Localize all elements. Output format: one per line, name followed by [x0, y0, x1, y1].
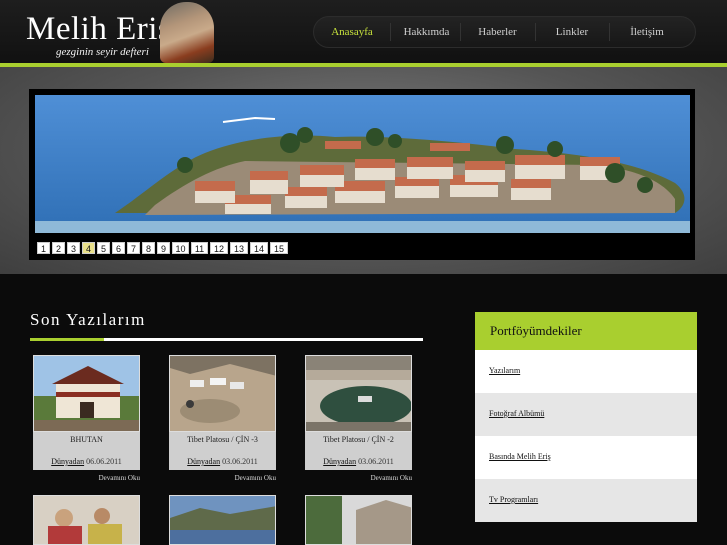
post-date: 03.06.2011 [358, 457, 394, 466]
sidebar-item-basinda[interactable]: Basında Melih Eriş [475, 436, 697, 479]
post-title[interactable]: Tibet Platosu / ÇİN -3 [169, 435, 276, 444]
post-date: 03.06.2011 [222, 457, 258, 466]
sidebar-item-yazilarim[interactable]: Yazılarım [475, 350, 697, 393]
sidebar-item-fotograf-albumu[interactable]: Fotoğraf Albümü [475, 393, 697, 436]
read-more-link[interactable]: Devamını Oku [371, 474, 412, 482]
post-category-link[interactable]: Dünyadan [323, 457, 356, 466]
slide-page-button[interactable]: 3 [67, 242, 80, 254]
slide-page-button[interactable]: 1 [37, 242, 50, 254]
sidebar-item-tv-programlari[interactable]: Tv Programları [475, 479, 697, 522]
post-meta: Dünyadan 03.06.2011 [305, 457, 412, 466]
post-meta: Dünyadan 03.06.2011 [169, 457, 276, 466]
nav-item-iletisim[interactable]: İletişim [609, 17, 685, 47]
site-header: Melih Eriş gezginin seyir defteri Anasay… [0, 0, 727, 63]
slide-page-button[interactable]: 6 [112, 242, 125, 254]
site-title[interactable]: Melih Eriş [26, 11, 171, 48]
nav-item-haberler[interactable]: Haberler [460, 17, 535, 47]
post-thumbnail[interactable] [305, 355, 412, 432]
post-title[interactable]: Tibet Platosu / ÇİN -2 [305, 435, 412, 444]
post-thumbnail[interactable] [33, 495, 140, 545]
slide-page-button[interactable]: 13 [230, 242, 248, 254]
read-more-link[interactable]: Devamını Oku [99, 474, 140, 482]
portfolio-sidebar: Portföyümdekiler Yazılarım Fotoğraf Albü… [475, 312, 697, 523]
recent-posts-heading: Son Yazılarım [30, 310, 146, 329]
post-thumbnail[interactable] [169, 495, 276, 545]
slide-page-button[interactable]: 10 [172, 242, 189, 254]
sidebar-item-label[interactable]: Basında Melih Eriş [489, 452, 551, 461]
slide-page-button-active[interactable]: 4 [82, 242, 95, 254]
post-meta: Dünyadan 06.06.2011 [33, 457, 140, 466]
slide-page-button[interactable]: 15 [270, 242, 288, 254]
sidebar-item-label[interactable]: Tv Programları [489, 495, 538, 504]
post-category-link[interactable]: Dünyadan [51, 457, 84, 466]
slide-page-button[interactable]: 2 [52, 242, 65, 254]
slide-page-button[interactable]: 9 [157, 242, 170, 254]
post-title[interactable]: BHUTAN [33, 435, 140, 444]
author-portrait [160, 2, 214, 63]
heading-rule-accent [30, 338, 104, 341]
post-category-link[interactable]: Dünyadan [187, 457, 220, 466]
nav-item-hakkimda[interactable]: Hakkımda [390, 17, 463, 47]
post-thumbnail[interactable] [169, 355, 276, 432]
post-date: 06.06.2011 [86, 457, 122, 466]
post-thumbnail[interactable] [33, 355, 140, 432]
read-more-link[interactable]: Devamını Oku [235, 474, 276, 482]
portfolio-title: Portföyümdekiler [490, 323, 582, 338]
nav-item-anasayfa[interactable]: Anasayfa [314, 17, 390, 47]
sidebar-item-label[interactable]: Yazılarım [489, 366, 520, 375]
slide-page-button[interactable]: 7 [127, 242, 140, 254]
site-subtitle: gezginin seyir defteri [56, 46, 149, 58]
main-nav: Anasayfa Hakkımda Haberler Linkler İleti… [313, 16, 696, 48]
slide-page-button[interactable]: 14 [250, 242, 268, 254]
slide-page-button[interactable]: 12 [210, 242, 228, 254]
slide-page-button[interactable]: 8 [142, 242, 155, 254]
post-thumbnail[interactable] [305, 495, 412, 545]
slide-page-button[interactable]: 11 [191, 242, 208, 254]
portfolio-header: Portföyümdekiler [475, 312, 697, 350]
slideshow-image[interactable] [35, 95, 690, 233]
slide-page-button[interactable]: 5 [97, 242, 110, 254]
sidebar-item-label[interactable]: Fotoğraf Albümü [489, 409, 544, 418]
nav-item-linkler[interactable]: Linkler [535, 17, 609, 47]
